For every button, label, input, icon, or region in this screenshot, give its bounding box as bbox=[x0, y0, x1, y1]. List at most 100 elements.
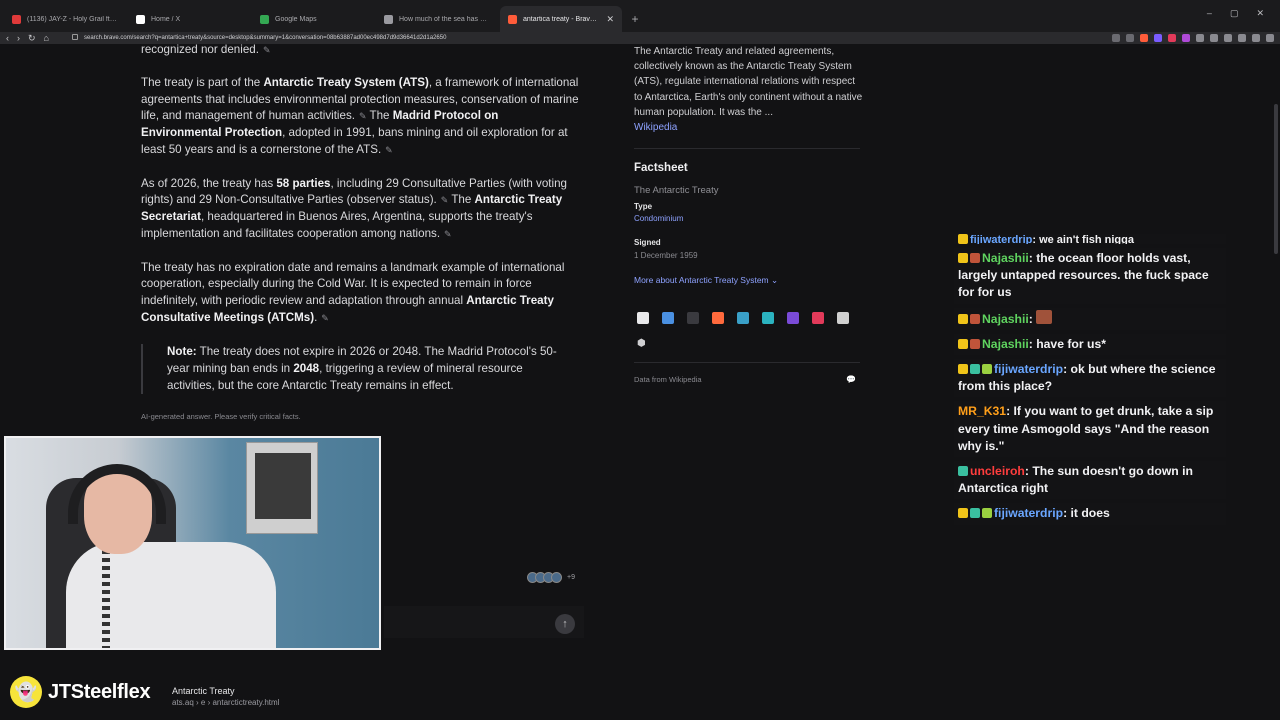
extension-icon[interactable] bbox=[1182, 34, 1190, 42]
wall-poster bbox=[246, 442, 318, 534]
wallet-icon[interactable] bbox=[1252, 34, 1260, 42]
tab-label: How much of the sea has been explored bbox=[399, 15, 490, 23]
tab-label: Home / X bbox=[151, 15, 181, 23]
extension-icon[interactable] bbox=[1168, 34, 1176, 42]
close-icon[interactable]: ✕ bbox=[606, 14, 614, 25]
chat-message: Najashii: have for us* bbox=[954, 333, 1226, 356]
tab-google-maps[interactable]: Google Maps bbox=[252, 6, 374, 32]
badge-icon bbox=[982, 508, 992, 519]
edit-icon[interactable]: ✎ bbox=[385, 145, 393, 155]
tab-brave-search[interactable]: antartica treaty - Brave Search ✕ bbox=[500, 6, 622, 32]
wikipedia-icon[interactable] bbox=[637, 312, 649, 324]
chat-message: Najashii: the ocean floor holds vast, la… bbox=[954, 248, 1226, 304]
comment-icon[interactable]: 💬 bbox=[846, 375, 856, 384]
zoom-icon[interactable] bbox=[1112, 34, 1120, 42]
wikipedia-link[interactable]: Wikipedia bbox=[634, 122, 677, 133]
search-page: recognized nor denied. ✎ The treaty is pa… bbox=[0, 43, 1280, 720]
extension-icon[interactable] bbox=[1210, 34, 1218, 42]
source-icon[interactable] bbox=[712, 312, 724, 324]
youtube-icon bbox=[12, 14, 21, 24]
send-button[interactable]: ↑ bbox=[555, 614, 575, 634]
tab-x[interactable]: Home / X bbox=[128, 6, 250, 32]
factsheet-title: Factsheet bbox=[634, 162, 688, 174]
source-url[interactable]: ats.aq › e › antarctictreaty.html bbox=[172, 698, 279, 707]
source-icon[interactable] bbox=[737, 312, 749, 324]
menu-icon[interactable] bbox=[1266, 34, 1274, 42]
source-icon[interactable] bbox=[762, 312, 774, 324]
source-icon[interactable] bbox=[837, 312, 849, 324]
site-info-icon[interactable] bbox=[72, 34, 78, 40]
badge-icon bbox=[958, 338, 968, 349]
more-about-link[interactable]: More about Antarctic Treaty System ⌄ bbox=[634, 275, 778, 286]
source-icon[interactable] bbox=[662, 312, 674, 324]
badge-icon bbox=[970, 338, 980, 349]
extension-icons bbox=[1112, 34, 1274, 42]
badge-icon bbox=[970, 313, 980, 324]
source-icons bbox=[637, 312, 849, 324]
brave-icon bbox=[508, 14, 517, 24]
tab-youtube[interactable]: (1136) JAY-Z - Holy Grail ft. Justin Tim… bbox=[4, 6, 126, 32]
snapchat-ghost-icon: 👻 bbox=[10, 676, 42, 708]
badge-icon bbox=[970, 253, 980, 263]
extension-icon[interactable] bbox=[1154, 34, 1162, 42]
edit-icon[interactable]: ✎ bbox=[359, 111, 367, 121]
scrollbar[interactable] bbox=[1274, 104, 1278, 254]
webcam-overlay bbox=[4, 436, 381, 650]
badge-icon bbox=[958, 508, 968, 519]
badge-icon bbox=[982, 364, 992, 375]
edit-icon[interactable]: ✎ bbox=[444, 229, 452, 239]
badge-icon bbox=[958, 466, 968, 477]
badge-icon bbox=[958, 234, 968, 244]
snapchat-overlay: 👻 JTSteelflex bbox=[10, 676, 151, 708]
window-controls: – ▢ ✕ bbox=[1207, 8, 1280, 19]
extension-icon[interactable] bbox=[1224, 34, 1232, 42]
source-title[interactable]: Antarctic Treaty bbox=[172, 686, 235, 696]
forward-button[interactable]: › bbox=[17, 32, 20, 44]
answer-note: Note: The treaty does not expire in 2026… bbox=[141, 344, 571, 395]
source-icon[interactable] bbox=[787, 312, 799, 324]
edit-icon[interactable]: ✎ bbox=[263, 45, 271, 55]
source-icon[interactable]: ⬢ bbox=[637, 338, 649, 350]
participant-avatars: +9 bbox=[527, 572, 575, 583]
factsheet-subtitle: The Antarctic Treaty bbox=[634, 185, 719, 196]
page-icon bbox=[384, 14, 393, 24]
reload-button[interactable]: ↻ bbox=[28, 32, 36, 44]
tab-strip: (1136) JAY-Z - Holy Grail ft. Justin Tim… bbox=[0, 0, 1280, 32]
badge-icon bbox=[970, 364, 980, 375]
brave-shields-icon[interactable] bbox=[1140, 34, 1148, 42]
badge-icon bbox=[958, 364, 968, 375]
x-icon bbox=[136, 14, 145, 24]
info-panel: The Antarctic Treaty and related agreeme… bbox=[634, 44, 864, 135]
type-value[interactable]: Condominium bbox=[634, 214, 683, 223]
minimize-button[interactable]: – bbox=[1207, 8, 1212, 19]
answer-paragraph: As of 2026, the treaty has 58 parties, i… bbox=[141, 176, 567, 240]
person-hoodie bbox=[66, 542, 276, 648]
new-tab-button[interactable]: + bbox=[624, 6, 646, 32]
signed-value: 1 December 1959 bbox=[634, 251, 698, 260]
back-button[interactable]: ‹ bbox=[6, 32, 9, 44]
divider bbox=[634, 148, 860, 149]
source-icon[interactable] bbox=[687, 312, 699, 324]
follow-up-input[interactable] bbox=[384, 606, 584, 638]
sidebar-icon[interactable] bbox=[1238, 34, 1246, 42]
source-icon[interactable] bbox=[812, 312, 824, 324]
tab-label: Google Maps bbox=[275, 15, 317, 23]
hoodie-stripes bbox=[102, 542, 110, 648]
maximize-button[interactable]: ▢ bbox=[1230, 8, 1239, 19]
stream-chat: fijiwaterdrip: we ain't fish nigga Najas… bbox=[954, 234, 1226, 529]
chat-message: uncleiroh: The sun doesn't go down in An… bbox=[954, 461, 1226, 500]
bookmark-icon[interactable]: ⌂ bbox=[44, 32, 49, 44]
badge-icon bbox=[958, 313, 968, 324]
close-window-button[interactable]: ✕ bbox=[1256, 8, 1264, 19]
tab-label: antartica treaty - Brave Search bbox=[523, 15, 601, 23]
extension-icon[interactable] bbox=[1196, 34, 1204, 42]
chat-message: fijiwaterdrip: ok but where the science … bbox=[954, 359, 1226, 398]
answer-fragment: recognized nor denied. ✎ bbox=[141, 43, 271, 56]
nav-buttons: ‹ › ↻ ⌂ bbox=[6, 32, 49, 44]
headset bbox=[68, 464, 166, 524]
tab-sea-explored[interactable]: How much of the sea has been explored bbox=[376, 6, 498, 32]
share-icon[interactable] bbox=[1126, 34, 1134, 42]
edit-icon[interactable]: ✎ bbox=[321, 313, 329, 323]
answer-paragraph: The treaty is part of the Antarctic Trea… bbox=[141, 75, 579, 156]
badge-icon bbox=[970, 508, 980, 519]
